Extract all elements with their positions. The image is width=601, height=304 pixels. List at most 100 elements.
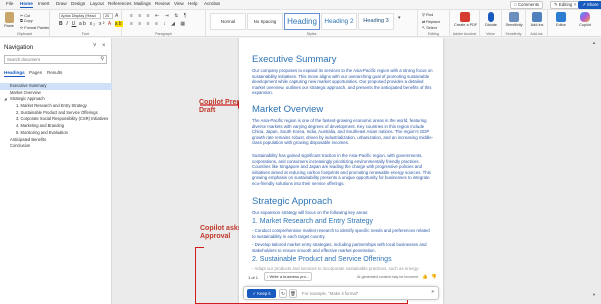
multilevel-list-icon[interactable]: ≡ — [147, 13, 152, 19]
nav-item-market-research[interactable]: 1. Market Research and Entry Strategy — [0, 103, 112, 110]
microphone-icon — [488, 12, 494, 22]
nav-item-label: Executive Summary — [10, 83, 47, 88]
nav-item-label: Anticipated Benefits — [10, 136, 47, 142]
nav-item-market-overview[interactable]: Market Overview — [0, 90, 112, 97]
menu-design[interactable]: Design — [71, 1, 85, 6]
cut-button[interactable]: ✂ Cut — [20, 13, 30, 18]
tab-results[interactable]: Results — [47, 70, 62, 75]
dictate-button[interactable]: Dictate — [480, 12, 502, 34]
copilot-prompt-label: Write a business pro... — [269, 274, 310, 279]
menu-review[interactable]: Review — [155, 1, 170, 6]
regenerate-icon[interactable]: ↻ — [279, 289, 287, 298]
menu-view[interactable]: View — [174, 1, 184, 6]
nav-item-strategic-approach[interactable]: ◢ Strategic Approach — [0, 96, 112, 103]
font-format-buttons[interactable]: B I U ab x₂ x² A ​ab — [59, 21, 123, 27]
replace-button[interactable]: ⇄ Replace — [422, 19, 440, 24]
style-no-spacing[interactable]: No Spacing — [247, 13, 283, 30]
chevron-down-icon[interactable]: ˅ — [93, 43, 97, 49]
align-right-icon[interactable]: ≡ — [147, 21, 152, 27]
shading-icon[interactable]: ◢ — [171, 21, 177, 27]
thumbs-down-icon[interactable]: 👎 — [431, 274, 437, 280]
nav-item-conclusion[interactable]: Conclusion — [0, 143, 112, 150]
editing-mode-button[interactable]: ✎ Editing ˅ — [550, 1, 581, 9]
menu-insert[interactable]: Insert — [38, 1, 50, 6]
scroll-up-icon[interactable]: ▲ — [592, 40, 596, 45]
pilcrow-icon[interactable]: ¶ — [184, 13, 189, 19]
nav-item-label: 4. Marketing and Branding — [16, 123, 65, 129]
find-button[interactable]: ⚲ Find — [422, 12, 433, 17]
align-buttons[interactable]: ≡ ≡ ≡ ≡ ↕ ◢ ▦ — [130, 21, 187, 27]
line-spacing-icon[interactable]: ↕ — [163, 21, 168, 27]
menu-bar: File Home Insert Draw Design Layout Refe… — [0, 0, 601, 10]
delete-icon[interactable]: 🗑 — [289, 289, 297, 298]
increase-indent-icon[interactable]: ⇥ — [165, 13, 171, 19]
tab-headings[interactable]: Headings — [4, 70, 25, 77]
copilot-refine-input[interactable]: For example, "Make it formal" — [302, 289, 434, 298]
menu-acrobat[interactable]: Acrobat — [204, 1, 220, 6]
sort-icon[interactable]: ⇅ — [174, 13, 180, 19]
strikethrough-icon[interactable]: ab — [79, 21, 87, 27]
copilot-button[interactable]: Copilot — [574, 12, 596, 34]
document-page[interactable]: Executive Summary Our company proposes t… — [239, 38, 443, 304]
annotation-connector — [195, 247, 204, 304]
styles-more-icon[interactable]: ▾ — [398, 15, 401, 21]
comments-button[interactable]: □ Comments — [510, 1, 544, 9]
paste-button[interactable]: Paste — [1, 12, 17, 34]
create-pdf-button[interactable]: Create a PDF — [454, 12, 477, 34]
menu-file[interactable]: File — [6, 1, 13, 6]
search-document-input[interactable]: Search document ⚲ — [4, 55, 107, 64]
expand-triangle-icon[interactable]: ◢ — [4, 96, 7, 103]
styles-group: Normal No Spacing Heading Heading 2 Head… — [206, 10, 418, 37]
close-icon[interactable]: × — [102, 43, 106, 49]
nav-item-sustainable-product[interactable]: 2. Sustainable Product and Service Offer… — [0, 110, 112, 117]
scroll-down-icon[interactable]: ▼ — [592, 292, 596, 297]
vertical-scrollbar[interactable]: ▲ ▼ — [591, 40, 598, 300]
addins-button[interactable]: Add-ins — [526, 12, 548, 34]
share-button[interactable]: ↗ Share — [578, 1, 601, 9]
send-icon[interactable]: ➤ — [431, 289, 435, 295]
italic-icon[interactable]: I — [66, 21, 69, 27]
nav-item-monitoring-evaluation[interactable]: 5. Monitoring and Evaluation — [0, 130, 112, 137]
font-size-grow-icon[interactable]: A — [115, 13, 118, 19]
nav-item-csr-initiatives[interactable]: 3. Corporate Social Responsibility (CSR)… — [0, 116, 112, 123]
style-heading[interactable]: Heading — [284, 13, 320, 30]
editor-button[interactable]: Editor — [550, 12, 572, 34]
keep-it-button[interactable]: ✓ Keep it — [247, 289, 276, 298]
superscript-icon[interactable]: x² — [99, 21, 106, 27]
borders-icon[interactable]: ▦ — [180, 21, 187, 27]
menu-references[interactable]: References — [108, 1, 132, 6]
tab-pages[interactable]: Pages — [29, 70, 42, 75]
align-left-icon[interactable]: ≡ — [130, 21, 135, 27]
menu-home[interactable]: Home — [20, 1, 33, 8]
font-color-icon[interactable]: A — [108, 21, 112, 27]
nav-item-anticipated-benefits[interactable]: Anticipated Benefits — [0, 137, 112, 144]
bold-icon[interactable]: B — [59, 21, 64, 27]
search-icon[interactable]: ⚲ — [100, 56, 104, 63]
style-normal[interactable]: Normal — [210, 13, 246, 30]
thumbs-up-icon[interactable]: 👍 — [422, 274, 428, 280]
nav-item-executive-summary[interactable]: Executive Summary — [0, 83, 112, 90]
subscript-icon[interactable]: x₂ — [90, 21, 97, 27]
font-size-select[interactable]: 20 — [103, 13, 113, 19]
menu-draw[interactable]: Draw — [56, 1, 67, 6]
copy-button[interactable]: ⧉ Copy — [20, 19, 33, 23]
select-button[interactable]: ↖ Select — [422, 25, 437, 30]
copilot-prompt-chip[interactable]: › Write a business pro... — [264, 272, 313, 281]
nav-item-marketing-branding[interactable]: 4. Marketing and Branding — [0, 123, 112, 130]
numbered-list-icon[interactable]: ≡ — [138, 13, 143, 19]
format-painter-button[interactable]: ✏ Format Painter — [20, 25, 49, 30]
bullet-list-icon[interactable]: ≡ — [130, 13, 135, 19]
pencil-icon: ✎ — [554, 2, 558, 7]
list-buttons[interactable]: ≡ ≡ ≡ ⇤ ⇥ ⇅ ¶ — [130, 13, 188, 19]
font-name-select[interactable]: Aptos Display (Head — [59, 13, 101, 19]
align-center-icon[interactable]: ≡ — [138, 21, 143, 27]
sensitivity-button[interactable]: Sensitivity — [503, 12, 525, 34]
menu-mailings[interactable]: Mailings — [134, 1, 151, 6]
decrease-indent-icon[interactable]: ⇤ — [155, 13, 161, 19]
style-heading-3[interactable]: Heading 3 — [358, 13, 394, 30]
menu-help[interactable]: Help — [188, 1, 197, 6]
underline-icon[interactable]: U — [72, 21, 77, 27]
style-heading-2[interactable]: Heading 2 — [321, 13, 357, 30]
menu-layout[interactable]: Layout — [90, 1, 104, 6]
justify-icon[interactable]: ≡ — [155, 21, 160, 27]
